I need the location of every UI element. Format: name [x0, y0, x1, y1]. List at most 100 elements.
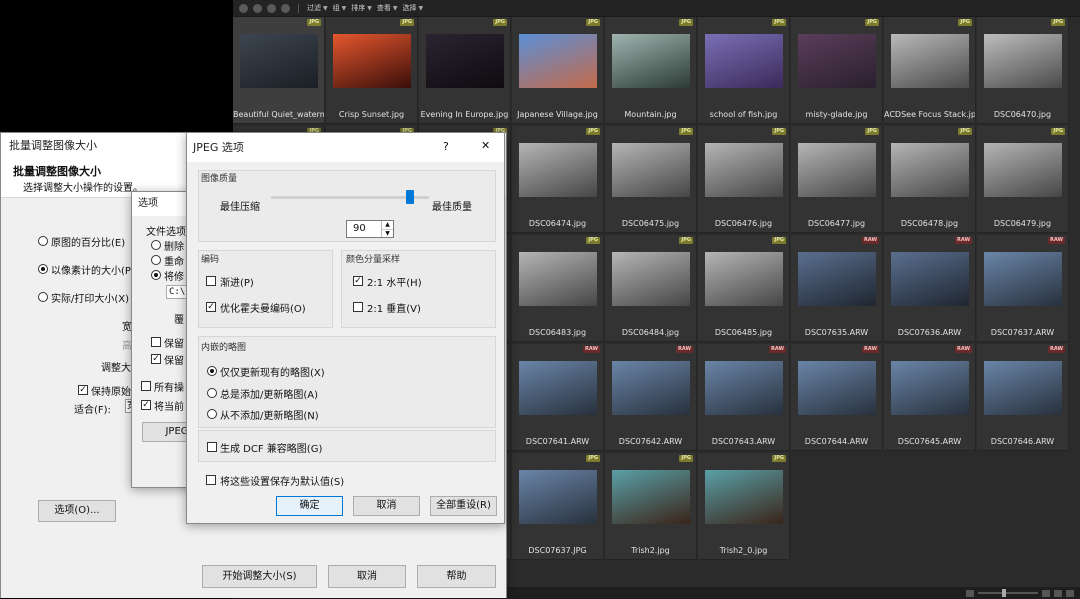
- thumbnail-tile[interactable]: RAW DSC07644.ARW: [791, 344, 883, 451]
- spin-up-icon[interactable]: ▲: [381, 221, 393, 229]
- rename-radio[interactable]: [151, 255, 161, 265]
- save-current-checkbox[interactable]: ✓: [141, 400, 151, 410]
- percent-radio[interactable]: [38, 236, 48, 246]
- thumbnail-image[interactable]: [705, 470, 783, 524]
- thumbnail-image[interactable]: [891, 34, 969, 88]
- thumbnail-tile[interactable]: JPG DSC06475.jpg: [605, 126, 697, 233]
- cancel-button[interactable]: 取消: [353, 496, 420, 516]
- save-current-label[interactable]: 将当前: [154, 398, 184, 413]
- thumb-update-label[interactable]: 仅仅更新现有的略图(X): [220, 364, 325, 379]
- horizontal-label[interactable]: 2:1 水平(H): [367, 274, 422, 289]
- progressive-label[interactable]: 渐进(P): [220, 274, 254, 289]
- thumbnail-image[interactable]: [612, 361, 690, 415]
- menu-filter[interactable]: 过滤 ▼: [307, 3, 328, 13]
- thumbnail-tile[interactable]: RAW DSC07641.ARW: [512, 344, 604, 451]
- zoom-in-icon[interactable]: [1042, 589, 1050, 597]
- thumbnail-tile[interactable]: JPG DSC06478.jpg: [884, 126, 976, 233]
- all-ops-checkbox[interactable]: [141, 381, 151, 391]
- thumbnail-image[interactable]: [705, 34, 783, 88]
- thumbnail-tile[interactable]: JPG DSC06477.jpg: [791, 126, 883, 233]
- keep1-checkbox[interactable]: [151, 337, 161, 347]
- keep2-checkbox[interactable]: ✓: [151, 354, 161, 364]
- all-ops-label[interactable]: 所有操: [154, 379, 184, 394]
- thumbnail-tile[interactable]: RAW DSC07637.ARW: [977, 235, 1069, 342]
- thumbnail-tile[interactable]: JPG DSC06484.jpg: [605, 235, 697, 342]
- delete-label[interactable]: 删除: [164, 238, 184, 253]
- zoom-slider[interactable]: [978, 589, 1038, 597]
- save-default-label[interactable]: 将这些设置保存为默认值(S): [220, 473, 344, 488]
- keep1-label[interactable]: 保留: [164, 335, 184, 350]
- dcf-label[interactable]: 生成 DCF 兼容略图(G): [220, 440, 322, 455]
- thumbnail-tile[interactable]: JPG ACDSee Focus Stack.jpg: [884, 17, 976, 124]
- thumbnail-image[interactable]: [705, 361, 783, 415]
- thumb-always-radio[interactable]: [207, 388, 217, 398]
- vertical-label[interactable]: 2:1 垂直(V): [367, 300, 421, 315]
- progressive-checkbox[interactable]: [206, 276, 216, 286]
- percent-label[interactable]: 原图的百分比(E): [51, 234, 125, 249]
- thumbnail-image[interactable]: [891, 361, 969, 415]
- thumbnail-image[interactable]: [240, 34, 318, 88]
- pixels-label[interactable]: 以像素计的大小(P): [51, 262, 135, 277]
- thumbnail-tile[interactable]: JPG DSC06470.jpg: [977, 17, 1069, 124]
- thumbnail-image[interactable]: [519, 143, 597, 197]
- thumbnail-image[interactable]: [519, 470, 597, 524]
- thumbnail-tile[interactable]: JPG DSC07637.JPG: [512, 453, 604, 560]
- thumb-never-label[interactable]: 从不添加/更新略图(N): [220, 407, 319, 422]
- keep2-label[interactable]: 保留: [164, 352, 184, 367]
- thumbnail-tile[interactable]: JPG Japanese Village.jpg: [512, 17, 604, 124]
- spin-down-icon[interactable]: ▼: [381, 229, 393, 237]
- thumbnail-image[interactable]: [612, 470, 690, 524]
- thumbnail-tile[interactable]: RAW DSC07643.ARW: [698, 344, 790, 451]
- thumbnail-image[interactable]: [333, 34, 411, 88]
- thumbnail-tile[interactable]: JPG DSC06476.jpg: [698, 126, 790, 233]
- print-size-radio[interactable]: [38, 292, 48, 302]
- thumbnail-tile[interactable]: RAW DSC07642.ARW: [605, 344, 697, 451]
- thumbnail-tile[interactable]: JPG DSC06483.jpg: [512, 235, 604, 342]
- menu-select[interactable]: 选择 ▼: [403, 3, 424, 13]
- thumbnail-tile[interactable]: JPG DSC06474.jpg: [512, 126, 604, 233]
- options-button[interactable]: 选项(O)...: [38, 500, 116, 522]
- reset-all-button[interactable]: 全部重设(R): [430, 496, 497, 516]
- refresh-icon[interactable]: [281, 3, 290, 13]
- horizontal-checkbox[interactable]: ✓: [353, 276, 363, 286]
- forward-icon[interactable]: [267, 3, 276, 13]
- thumbnail-image[interactable]: [798, 361, 876, 415]
- thumbnail-image[interactable]: [798, 143, 876, 197]
- thumbnail-tile[interactable]: JPG misty-glade.jpg: [791, 17, 883, 124]
- menu-sort[interactable]: 排序 ▼: [351, 3, 372, 13]
- thumbnail-tile[interactable]: JPG DSC06485.jpg: [698, 235, 790, 342]
- view-mode-icon[interactable]: [1054, 589, 1062, 597]
- keep-ratio-label[interactable]: 保持原始: [91, 383, 131, 398]
- modify-label[interactable]: 将修: [164, 268, 184, 283]
- zoom-slider-knob[interactable]: [1002, 589, 1006, 597]
- optimize-label[interactable]: 优化霍夫曼编码(O): [220, 300, 306, 315]
- thumb-always-label[interactable]: 总是添加/更新略图(A): [220, 386, 318, 401]
- help-button[interactable]: 帮助: [417, 565, 496, 588]
- print-size-label[interactable]: 实际/打印大小(X): [51, 290, 129, 305]
- thumbnail-image[interactable]: [426, 34, 504, 88]
- thumbnail-image[interactable]: [519, 34, 597, 88]
- thumb-update-radio[interactable]: [207, 366, 217, 376]
- thumbnail-image[interactable]: [798, 252, 876, 306]
- thumbnail-tile[interactable]: JPG Beautiful Quiet_waterm...: [233, 17, 325, 124]
- thumbnail-tile[interactable]: JPG Evening In Europe.jpg: [419, 17, 511, 124]
- help-icon[interactable]: ?: [443, 140, 449, 153]
- keep-ratio-checkbox[interactable]: ✓: [78, 385, 88, 395]
- save-default-checkbox[interactable]: [206, 475, 216, 485]
- layout-icon[interactable]: [1066, 589, 1074, 597]
- thumbnail-image[interactable]: [984, 252, 1062, 306]
- rename-label[interactable]: 重命: [164, 253, 184, 268]
- thumbnail-image[interactable]: [984, 34, 1062, 88]
- thumbnail-image[interactable]: [984, 143, 1062, 197]
- home-icon[interactable]: [239, 3, 248, 13]
- thumbnail-image[interactable]: [612, 34, 690, 88]
- thumbnail-image[interactable]: [891, 143, 969, 197]
- thumbnail-tile[interactable]: JPG Trish2.jpg: [605, 453, 697, 560]
- thumb-never-radio[interactable]: [207, 409, 217, 419]
- optimize-checkbox[interactable]: ✓: [206, 302, 216, 312]
- thumbnail-image[interactable]: [984, 361, 1062, 415]
- ok-button[interactable]: 确定: [276, 496, 343, 516]
- thumbnail-tile[interactable]: JPG school of fish.jpg: [698, 17, 790, 124]
- menu-view[interactable]: 查看 ▼: [377, 3, 398, 13]
- close-icon[interactable]: ✕: [481, 139, 490, 152]
